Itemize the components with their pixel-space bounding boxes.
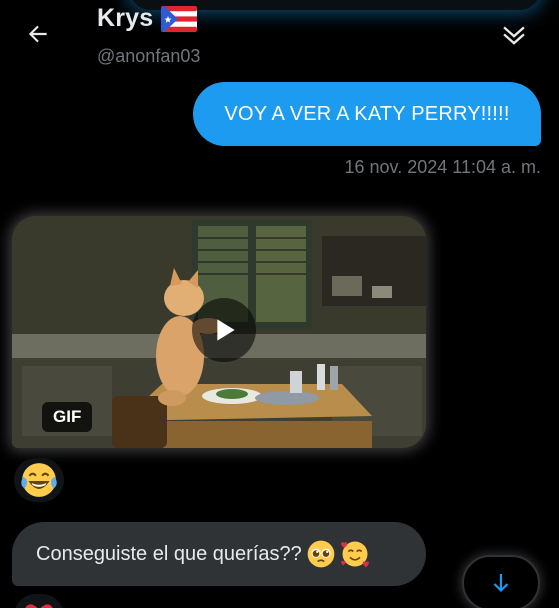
gif-reaction[interactable] <box>14 458 64 502</box>
incoming-message-bubble[interactable]: Conseguiste el que querías?? <box>12 522 426 586</box>
arrow-left-icon <box>28 25 47 43</box>
contact-name-row[interactable]: Krys <box>97 4 198 33</box>
contact-display-name[interactable]: Krys <box>97 4 153 33</box>
contact-handle[interactable]: @anonfan03 <box>97 46 200 67</box>
puerto-rico-flag-icon <box>161 5 198 32</box>
message-timestamp: 16 nov. 2024 11:04 a. m. <box>344 157 541 177</box>
heart-icon <box>25 604 53 608</box>
pleading-face-icon <box>307 540 335 568</box>
scroll-to-bottom-button[interactable] <box>462 555 540 608</box>
arrow-down-icon <box>493 574 509 593</box>
smiling-face-with-hearts-icon <box>340 541 369 568</box>
face-with-tears-of-joy-icon <box>21 463 57 497</box>
play-icon <box>217 319 235 341</box>
gif-badge: GIF <box>42 402 93 432</box>
incoming-message-text: Conseguiste el que querías?? <box>36 542 302 565</box>
text-reaction[interactable] <box>14 594 64 608</box>
double-chevron-down-icon <box>503 26 525 45</box>
play-button[interactable] <box>192 298 256 362</box>
back-button[interactable] <box>18 14 58 54</box>
outgoing-message-bubble[interactable]: VOY A VER A KATY PERRY!!!!! <box>193 82 541 146</box>
gif-message[interactable]: GIF <box>12 216 426 448</box>
dm-conversation: Krys @anonfan03 VOY A VER A KATY PERRY!!… <box>0 0 559 608</box>
collapse-conversation-button[interactable] <box>497 18 531 52</box>
